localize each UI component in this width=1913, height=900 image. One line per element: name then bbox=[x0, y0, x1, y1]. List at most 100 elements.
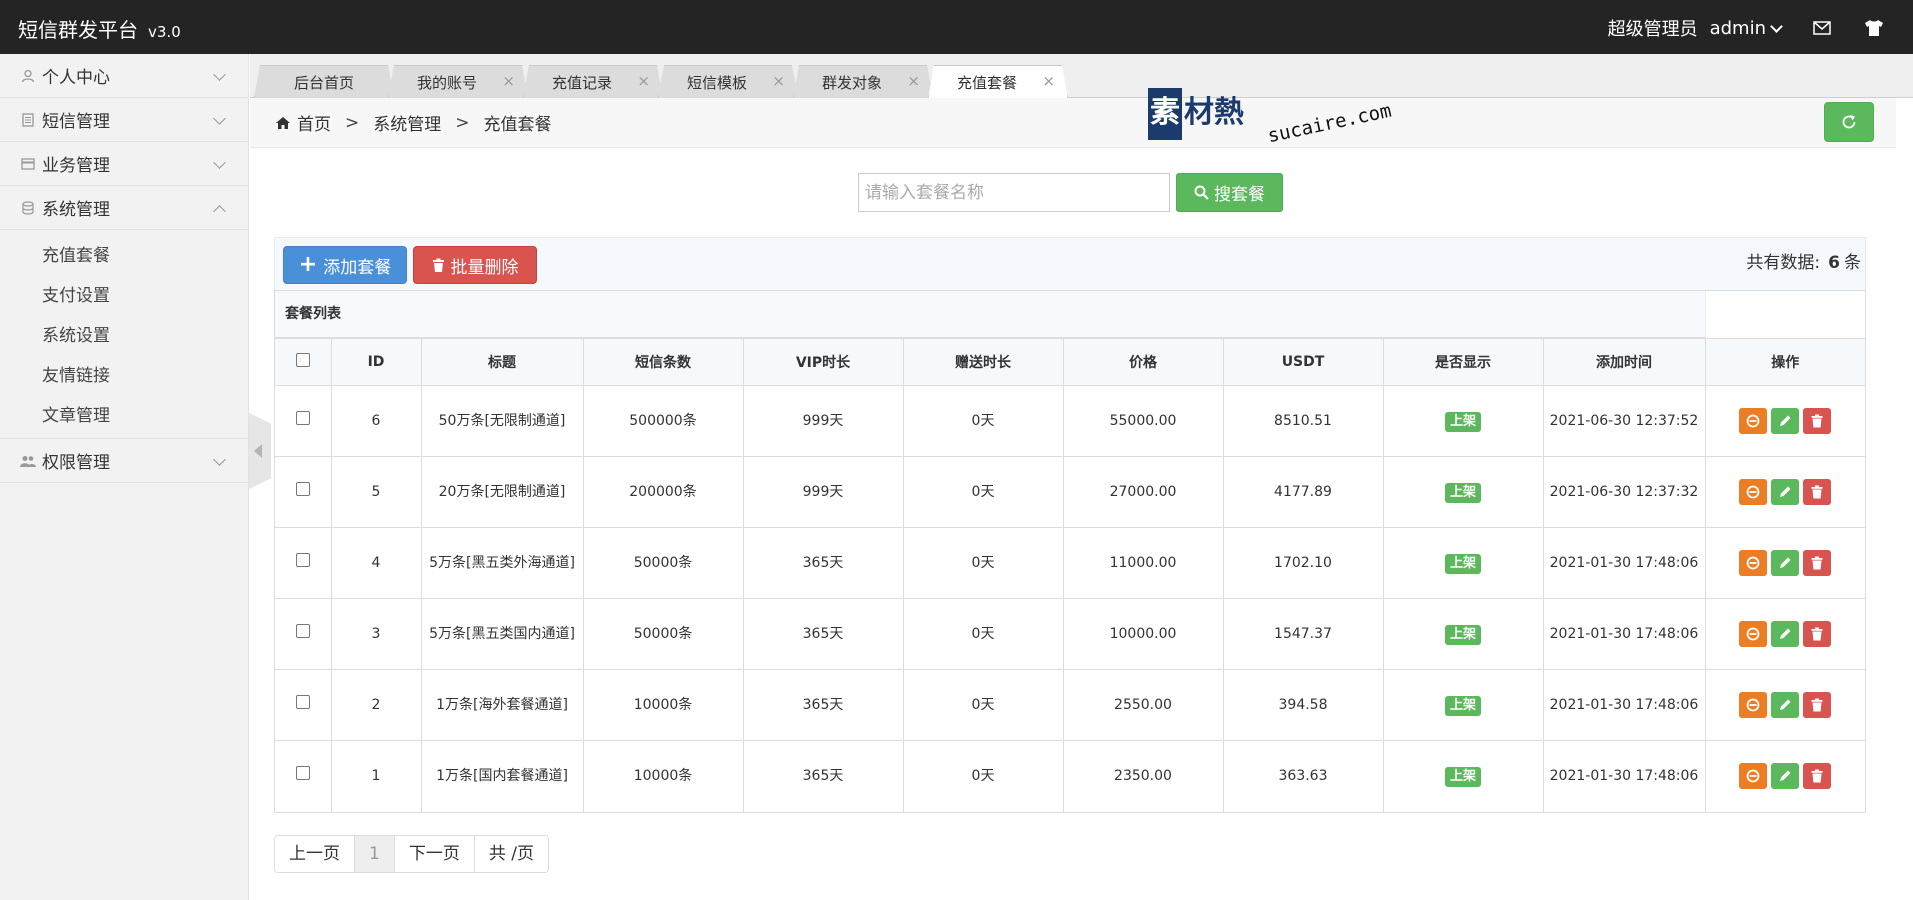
header-right: 超级管理员 admin bbox=[1608, 15, 1885, 41]
tab-dashboard[interactable]: 后台首页 bbox=[254, 65, 394, 98]
add-package-label: 添加套餐 bbox=[323, 257, 392, 278]
status-badge[interactable]: 上架 bbox=[1444, 696, 1481, 716]
select-all-cell bbox=[275, 338, 332, 386]
column-header: USDT bbox=[1222, 338, 1384, 386]
cell-vip-duration: 365天 bbox=[742, 598, 904, 670]
delete-button[interactable] bbox=[1803, 408, 1832, 434]
cell-sms-count: 200000条 bbox=[582, 456, 744, 528]
cell-usdt: 8510.51 bbox=[1222, 385, 1384, 457]
refresh-button[interactable] bbox=[1824, 102, 1874, 142]
sidebar-item-label: 短信管理 bbox=[42, 112, 110, 132]
disable-button[interactable] bbox=[1739, 763, 1768, 790]
close-icon[interactable]: × bbox=[907, 72, 920, 90]
cell-usdt: 4177.89 bbox=[1222, 456, 1384, 528]
total-suffix: 条 bbox=[1844, 253, 1861, 273]
disable-button[interactable] bbox=[1739, 550, 1768, 576]
submenu-item-recharge-package[interactable]: 充值套餐 bbox=[0, 236, 248, 276]
row-checkbox[interactable] bbox=[295, 766, 310, 781]
row-select-cell bbox=[275, 669, 332, 741]
cell-id: 1 bbox=[330, 740, 422, 812]
search-input[interactable] bbox=[858, 173, 1170, 212]
breadcrumb-item-system[interactable]: 系统管理 bbox=[373, 110, 441, 135]
cell-id: 4 bbox=[330, 527, 422, 599]
cell-actions bbox=[1704, 740, 1865, 812]
close-icon[interactable]: × bbox=[1042, 72, 1055, 90]
delete-button[interactable] bbox=[1803, 550, 1832, 576]
cell-created-time: 2021-01-30 17:48:06 bbox=[1542, 740, 1706, 812]
disable-button[interactable] bbox=[1739, 692, 1768, 718]
app-brand[interactable]: 短信群发平台 v3.0 bbox=[18, 14, 181, 43]
status-badge[interactable]: 上架 bbox=[1444, 625, 1481, 645]
sidebar-item-sms[interactable]: 短信管理 bbox=[0, 98, 248, 142]
submenu-item-friend-links[interactable]: 友情链接 bbox=[0, 356, 248, 396]
cell-sms-count: 50000条 bbox=[582, 598, 744, 670]
watermark-logo: 素 材熱 sucaire.com bbox=[1148, 84, 1408, 147]
tab-send-targets[interactable]: 群发对象 × bbox=[793, 65, 933, 98]
batch-delete-button[interactable]: 批量删除 bbox=[413, 246, 537, 284]
row-checkbox[interactable] bbox=[295, 695, 310, 709]
sidebar-collapse-toggle[interactable] bbox=[249, 413, 271, 489]
select-all-checkbox[interactable] bbox=[295, 353, 310, 367]
status-badge[interactable]: 上架 bbox=[1444, 554, 1481, 574]
cell-price: 11000.00 bbox=[1062, 527, 1224, 599]
search-button[interactable]: 搜套餐 bbox=[1176, 173, 1283, 212]
sidebar-item-label: 个人中心 bbox=[42, 68, 110, 88]
database-icon bbox=[20, 200, 36, 216]
shirt-icon[interactable] bbox=[1863, 17, 1885, 39]
chevron-down-icon bbox=[213, 68, 226, 81]
cell-usdt: 1702.10 bbox=[1222, 527, 1384, 599]
row-checkbox[interactable] bbox=[295, 624, 310, 638]
row-select-cell bbox=[275, 527, 332, 599]
edit-button[interactable] bbox=[1771, 479, 1800, 505]
delete-button[interactable] bbox=[1803, 479, 1832, 505]
chevron-down-icon bbox=[213, 453, 226, 466]
edit-button[interactable] bbox=[1771, 621, 1800, 647]
prev-page-button[interactable]: 上一页 bbox=[275, 836, 355, 872]
submenu-item-system-settings[interactable]: 系统设置 bbox=[0, 316, 248, 356]
delete-button[interactable] bbox=[1803, 621, 1832, 647]
sidebar-item-system[interactable]: 系统管理 bbox=[0, 186, 248, 230]
column-header: 赠送时长 bbox=[902, 338, 1064, 386]
submenu-item-article-management[interactable]: 文章管理 bbox=[0, 396, 248, 436]
disable-button[interactable] bbox=[1739, 479, 1768, 505]
tab-recharge-records[interactable]: 充值记录 × bbox=[523, 65, 663, 98]
next-page-button[interactable]: 下一页 bbox=[394, 836, 475, 872]
envelope-icon[interactable] bbox=[1811, 17, 1833, 39]
add-package-button[interactable]: + 添加套餐 bbox=[283, 246, 407, 284]
row-checkbox[interactable] bbox=[295, 553, 310, 567]
close-icon[interactable]: × bbox=[772, 72, 785, 90]
row-select-cell bbox=[275, 598, 332, 670]
edit-button[interactable] bbox=[1771, 763, 1800, 790]
status-badge[interactable]: 上架 bbox=[1444, 412, 1481, 432]
sidebar-item-personal[interactable]: 个人中心 bbox=[0, 54, 248, 98]
disable-button[interactable] bbox=[1739, 621, 1768, 647]
table-row: 2 1万条[海外套餐通道] 10000条 365天 0天 2550.00 394.58 上架 2… bbox=[275, 669, 1865, 741]
close-icon[interactable]: × bbox=[502, 72, 515, 90]
edit-button[interactable] bbox=[1771, 692, 1800, 718]
tab-my-account[interactable]: 我的账号 × bbox=[388, 65, 528, 98]
tab-label: 充值套餐 bbox=[956, 74, 1017, 92]
user-menu[interactable]: admin bbox=[1710, 18, 1783, 39]
row-checkbox[interactable] bbox=[295, 411, 310, 425]
delete-button[interactable] bbox=[1803, 692, 1832, 718]
submenu-item-payment-settings[interactable]: 支付设置 bbox=[0, 276, 248, 316]
sidebar-item-permissions[interactable]: 权限管理 bbox=[0, 439, 248, 483]
cell-status: 上架 bbox=[1382, 669, 1544, 741]
row-checkbox[interactable] bbox=[295, 482, 310, 496]
disable-button[interactable] bbox=[1739, 408, 1768, 434]
breadcrumb-item-home[interactable]: 首页 bbox=[297, 110, 331, 135]
edit-button[interactable] bbox=[1771, 550, 1800, 576]
close-icon[interactable]: × bbox=[637, 72, 650, 90]
tab-sms-templates[interactable]: 短信模板 × bbox=[658, 65, 798, 98]
delete-button[interactable] bbox=[1803, 763, 1832, 790]
tab-recharge-packages[interactable]: 充值套餐 × bbox=[928, 65, 1068, 99]
breadcrumb-separator: > bbox=[455, 112, 470, 133]
app-title: 短信群发平台 bbox=[18, 18, 138, 42]
edit-icon bbox=[1778, 556, 1792, 570]
row-actions bbox=[1712, 408, 1860, 434]
status-badge[interactable]: 上架 bbox=[1444, 483, 1481, 503]
status-badge[interactable]: 上架 bbox=[1444, 767, 1481, 788]
edit-button[interactable] bbox=[1771, 408, 1800, 434]
cell-created-time: 2021-01-30 17:48:06 bbox=[1542, 598, 1706, 670]
sidebar-item-business[interactable]: 业务管理 bbox=[0, 142, 248, 186]
